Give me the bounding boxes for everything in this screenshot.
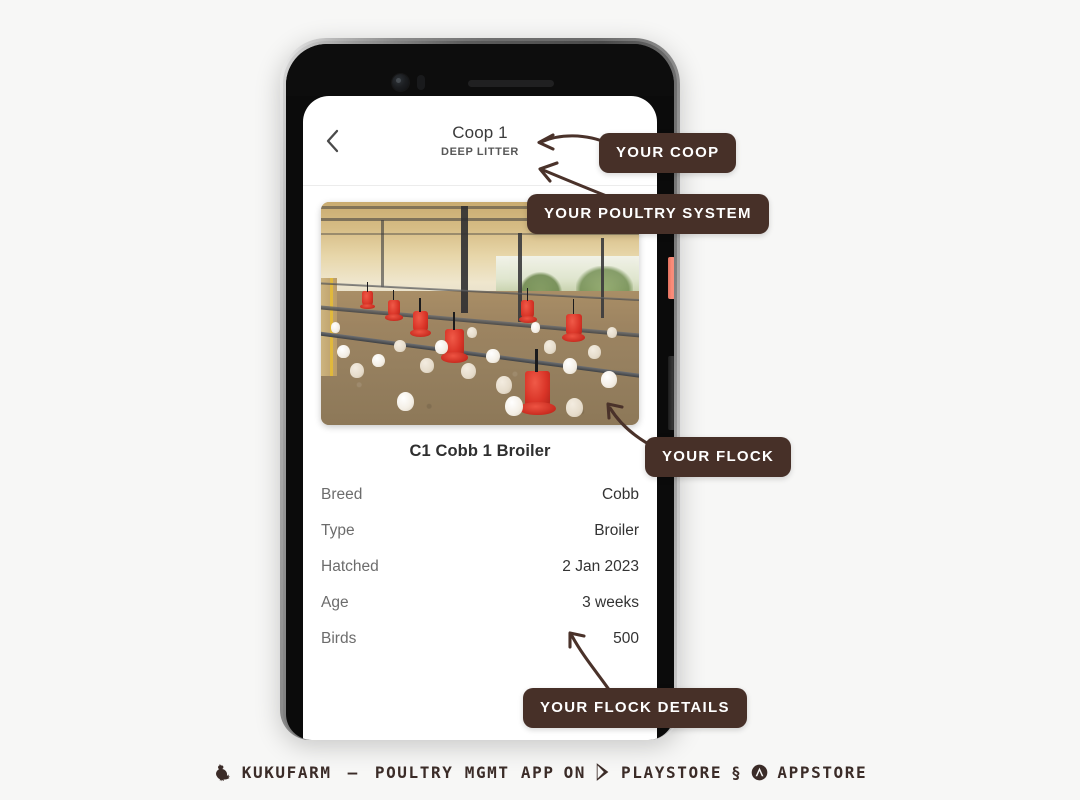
photo-feeder xyxy=(518,288,537,324)
photo-feeder xyxy=(360,282,375,309)
photo-feeder xyxy=(440,312,469,363)
photo-chicken xyxy=(486,349,500,364)
callout-your-flock: YOUR FLOCK xyxy=(645,437,792,477)
detail-value: Broiler xyxy=(594,522,639,539)
detail-label: Age xyxy=(321,594,349,611)
footer-ampersand: § xyxy=(731,762,743,782)
footer-bar: KUKUFARM — POULTRY MGMT APP ON PLAYSTORE… xyxy=(0,762,1080,782)
photo-chicken xyxy=(371,353,385,367)
photo-chicken xyxy=(588,344,602,359)
photo-chicken xyxy=(607,326,618,338)
volume-button[interactable] xyxy=(668,356,674,430)
detail-value: 3 weeks xyxy=(582,594,639,611)
footer-appstore[interactable]: APPSTORE xyxy=(777,763,867,782)
photo-chicken xyxy=(565,398,584,417)
page-subtitle: DEEP LITTER xyxy=(441,146,519,159)
photo-chicken xyxy=(336,344,350,359)
detail-row-type: Type Broiler xyxy=(321,513,639,549)
detail-value: Cobb xyxy=(601,486,639,503)
photo-chicken xyxy=(495,375,512,394)
photo-chicken xyxy=(349,362,365,379)
detail-value: 2 Jan 2023 xyxy=(562,558,639,575)
photo-chicken xyxy=(419,358,434,373)
photo-chicken xyxy=(530,322,541,333)
photo-chicken xyxy=(562,358,578,374)
photo-chicken xyxy=(600,371,617,389)
photo-chicken xyxy=(397,391,415,411)
footer-dash: — xyxy=(347,762,359,782)
screenshot-stage: Coop 1 DEEP LITTER C1 Cobb 1 Broiler Bre… xyxy=(0,0,1080,800)
detail-label: Type xyxy=(321,522,355,539)
detail-label: Hatched xyxy=(321,558,379,575)
photo-support-post xyxy=(600,237,604,318)
detail-label: Breed xyxy=(321,486,363,503)
chevron-left-icon xyxy=(326,129,338,152)
footer-tagline: POULTRY MGMT APP xyxy=(374,762,555,782)
proximity-sensor-icon xyxy=(417,75,425,90)
detail-row-age: Age 3 weeks xyxy=(321,585,639,621)
rooster-icon xyxy=(213,762,233,782)
photo-chicken xyxy=(330,322,341,333)
footer-playstore[interactable]: PLAYSTORE xyxy=(621,763,722,782)
photo-feeder xyxy=(410,298,431,338)
photo-chicken xyxy=(394,340,406,353)
photo-feeder xyxy=(518,349,557,416)
callout-your-coop: YOUR COOP xyxy=(599,133,737,173)
google-play-icon[interactable] xyxy=(595,763,612,781)
detail-row-breed: Breed Cobb xyxy=(321,477,639,513)
camera-lens-icon xyxy=(392,74,409,91)
back-button[interactable] xyxy=(315,124,349,158)
photo-chicken xyxy=(435,340,449,354)
photo-support-post xyxy=(381,219,384,287)
poultry-house-photo[interactable] xyxy=(321,202,639,425)
photo-feeder xyxy=(562,299,586,342)
footer-on: ON xyxy=(563,762,587,782)
detail-label: Birds xyxy=(321,630,357,647)
footer-brand: KUKUFARM xyxy=(241,762,332,782)
phone-top-bezel xyxy=(286,44,674,96)
photo-chicken xyxy=(505,396,524,417)
power-button[interactable] xyxy=(668,257,674,299)
header-titles: Coop 1 DEEP LITTER xyxy=(441,123,519,159)
callout-your-poultry-system: YOUR POULTRY SYSTEM xyxy=(527,194,769,234)
photo-chicken xyxy=(467,326,478,338)
page-title: Coop 1 xyxy=(452,122,508,142)
photo-support-post xyxy=(460,206,468,314)
photo-feeder xyxy=(385,289,403,321)
app-store-icon[interactable] xyxy=(751,764,768,781)
earpiece-speaker-icon xyxy=(468,80,554,87)
detail-row-hatched: Hatched 2 Jan 2023 xyxy=(321,549,639,585)
callout-your-flock-details: YOUR FLOCK DETAILS xyxy=(523,688,747,728)
photo-chicken xyxy=(543,340,557,354)
photo-chicken xyxy=(460,362,477,380)
